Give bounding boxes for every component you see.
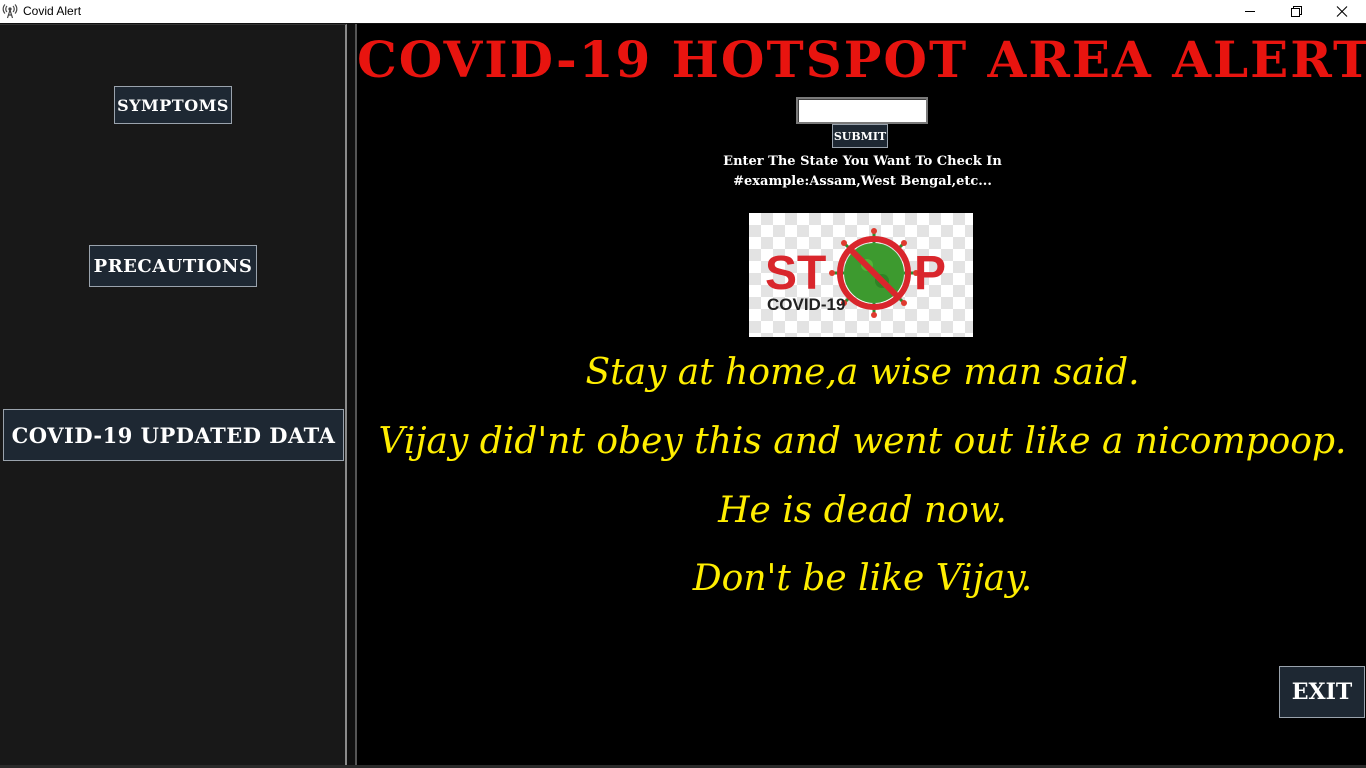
submit-button[interactable]: SUBMIT: [832, 124, 888, 148]
example-text: #example:Assam,West Bengal,etc...: [733, 174, 992, 189]
window-title: Covid Alert: [23, 4, 82, 18]
minimize-button[interactable]: [1227, 0, 1273, 23]
main-panel: COVID-19 HOTSPOT AREA ALERT SUBMIT Enter…: [355, 24, 1366, 768]
maximize-button[interactable]: [1273, 0, 1319, 23]
antenna-icon: [2, 4, 18, 19]
symptoms-button[interactable]: SYMPTOMS: [114, 86, 232, 124]
window-title-bar: Covid Alert: [0, 0, 1366, 23]
state-input[interactable]: [796, 97, 928, 124]
quote-line: Don't be like Vijay.: [692, 558, 1033, 599]
stop-covid-image: ST P COVID-19: [749, 213, 973, 337]
stop-text-left: ST: [765, 247, 826, 300]
page-title: COVID-19 HOTSPOT AREA ALERT: [357, 30, 1366, 89]
stop-text-right: P: [914, 247, 946, 300]
precautions-button[interactable]: PRECAUTIONS: [89, 245, 257, 287]
close-icon: [1336, 6, 1348, 17]
quote-line: Vijay did'nt obey this and went out like…: [378, 421, 1347, 462]
close-button[interactable]: [1319, 0, 1365, 23]
quote-line: He is dead now.: [718, 490, 1007, 531]
quote-line: Stay at home,a wise man said.: [585, 352, 1140, 393]
stop-caption: COVID-19: [767, 295, 845, 314]
covid-updated-data-button[interactable]: COVID-19 UPDATED DATA: [3, 409, 344, 461]
stop-covid-graphic: ST P COVID-19: [765, 228, 946, 318]
restore-icon: [1291, 6, 1302, 17]
minimize-icon: [1245, 11, 1255, 12]
instruction-text: Enter The State You Want To Check In: [723, 154, 1002, 169]
sidebar: SYMPTOMS PRECAUTIONS COVID-19 UPDATED DA…: [0, 24, 347, 768]
exit-button[interactable]: EXIT: [1279, 666, 1365, 718]
